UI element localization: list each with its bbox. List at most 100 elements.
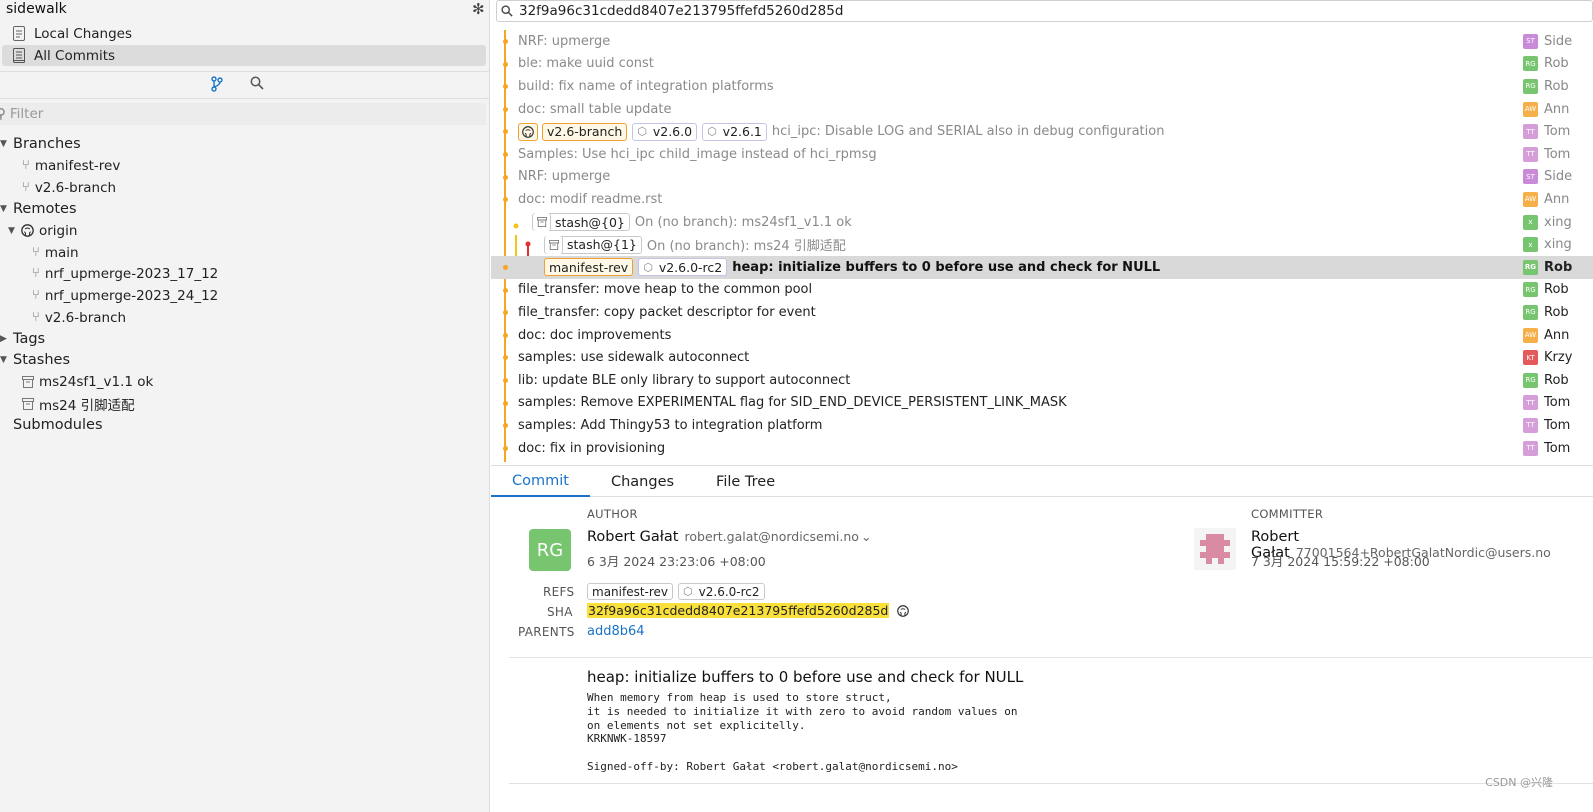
ref-branch[interactable]: manifest-rev xyxy=(587,583,674,600)
tree-remote-origin[interactable]: ▼ origin xyxy=(8,220,77,241)
author-avatar: RG xyxy=(1523,259,1538,275)
tree-submodules-header[interactable]: Submodules xyxy=(13,414,103,435)
sha-value[interactable]: 32f9a96c31cdedd8407e213795ffefd5260d285d xyxy=(587,603,890,618)
branch-icon: ⑂ xyxy=(32,310,40,325)
gear-icon[interactable]: ✻ xyxy=(472,0,485,18)
author-label: AUTHOR xyxy=(587,507,638,521)
commit-row[interactable]: NRF: upmerge ST Side xyxy=(491,30,1593,53)
ref-tag[interactable]: ⬡ v2.6.0-rc2 xyxy=(678,583,765,600)
author-avatar: x xyxy=(1523,237,1538,253)
graph-commit-dot xyxy=(502,287,508,293)
watermark: CSDN @兴隆 xyxy=(1485,776,1553,789)
commit-row[interactable]: stash@{1} On (no branch): ms24 引脚适配 x xing xyxy=(491,233,1593,256)
stash-icon xyxy=(22,397,34,410)
graph-commit-dot xyxy=(502,265,508,270)
commit-subject: NRF: upmerge xyxy=(518,169,611,185)
branch-icon: ⑂ xyxy=(22,158,30,173)
commit-row[interactable]: samples: Remove EXPERIMENTAL flag for SI… xyxy=(491,392,1593,415)
branch-ref[interactable]: manifest-rev xyxy=(544,258,634,277)
author-name: Tom xyxy=(1544,124,1571,140)
commit-row-content: samples: use sidewalk autoconnect xyxy=(491,350,749,365)
author-name: Ann xyxy=(1544,327,1570,343)
divider xyxy=(0,71,490,72)
commit-row[interactable]: ble: make uuid const RG Rob xyxy=(491,53,1593,76)
tag-label: v2.6.1 xyxy=(722,124,762,140)
commit-row[interactable]: doc: modif readme.rst AW Ann xyxy=(491,188,1593,211)
branch-view-icon[interactable] xyxy=(211,76,223,96)
commit-row[interactable]: file_transfer: copy packet descriptor fo… xyxy=(491,301,1593,324)
tree-tags-header[interactable]: ▶ Tags xyxy=(0,328,45,349)
commit-row[interactable]: doc: fix in provisioning TT Tom xyxy=(491,437,1593,460)
commit-row[interactable]: v2.6-branch ⬡ v2.6.0 ⬡ v2.6.1 hci_ipc: Disabl… xyxy=(491,120,1593,143)
graph-commit-dot xyxy=(502,423,508,429)
commit-row-content: doc: doc improvements xyxy=(491,328,671,343)
commit-row[interactable]: samples: Add Thingy53 to integration pla… xyxy=(491,414,1593,437)
author-name: Rob xyxy=(1544,259,1573,275)
commit-row[interactable]: lib: update BLE only library to support … xyxy=(491,369,1593,392)
stash-ref[interactable]: stash@{1} xyxy=(544,235,642,254)
divider xyxy=(509,657,1593,658)
author-name: xing xyxy=(1544,214,1572,230)
branch-ref[interactable]: v2.6-branch xyxy=(542,122,628,141)
tree-remotes-header[interactable]: ▼ Remotes xyxy=(0,198,77,219)
tree-remote-branch[interactable]: ⑂ nrf_upmerge-2023_24_12 xyxy=(32,285,218,306)
tab-commit[interactable]: Commit xyxy=(491,466,590,497)
chevron-down-icon[interactable]: ⌄ xyxy=(861,529,871,544)
commit-row[interactable]: samples: use sidewalk autoconnect KT Krzy xyxy=(491,346,1593,369)
author-avatar: RG xyxy=(1523,372,1538,388)
tree-remote-branch[interactable]: ⑂ main xyxy=(32,242,79,263)
author-avatar: x xyxy=(1523,214,1538,230)
tree-branch[interactable]: ⑂ manifest-rev xyxy=(22,155,120,176)
commit-row-selected[interactable]: manifest-rev ⬡ v2.6.0-rc2 heap: initialize … xyxy=(491,256,1593,279)
tree-remote-branch[interactable]: ⑂ nrf_upmerge-2023_17_12 xyxy=(32,263,218,284)
commit-subject: heap: initialize buffers to 0 before use… xyxy=(732,259,1161,275)
commit-row[interactable]: Samples: Use hci_ipc child_image instead… xyxy=(491,143,1593,166)
commit-subject: doc: doc improvements xyxy=(518,327,672,343)
author-email[interactable]: robert.galat@nordicsemi.no xyxy=(685,529,859,544)
refs-list: manifest-rev ⬡ v2.6.0-rc2 xyxy=(587,583,770,600)
commit-row-content: lib: update BLE only library to support … xyxy=(491,373,850,388)
nav-local-changes[interactable]: Local Changes xyxy=(0,23,486,44)
tag-ref[interactable]: ⬡ v2.6.1 xyxy=(702,122,767,141)
tree-branches-header[interactable]: ▼ Branches xyxy=(0,133,81,154)
commit-search-field[interactable] xyxy=(496,0,1593,22)
tab-changes[interactable]: Changes xyxy=(590,466,695,497)
commit-author: AW Ann xyxy=(1523,101,1569,117)
nav-all-commits[interactable]: All Commits xyxy=(2,45,486,66)
commit-author: TT Tom xyxy=(1523,146,1570,162)
commit-row[interactable]: file_transfer: move heap to the common p… xyxy=(491,279,1593,302)
commit-row[interactable]: build: fix name of integration platforms… xyxy=(491,75,1593,98)
tree-stash[interactable]: ms24 引脚适配 xyxy=(22,393,135,414)
parent-link[interactable]: add8b64 xyxy=(587,624,645,639)
sha-label: SHA xyxy=(547,605,573,619)
commit-row-content: file_transfer: move heap to the common p… xyxy=(491,282,812,297)
graph-commit-dot xyxy=(502,106,508,112)
commit-row[interactable]: NRF: upmerge ST Side xyxy=(491,166,1593,189)
commit-subject: samples: Remove EXPERIMENTAL flag for SI… xyxy=(518,395,1067,411)
commit-row[interactable]: stash@{0} On (no branch): ms24sf1_v1.1 ok… xyxy=(491,211,1593,234)
tag-ref[interactable]: ⬡ v2.6.0 xyxy=(632,122,698,141)
sha-line: 32f9a96c31cdedd8407e213795ffefd5260d285d xyxy=(587,603,909,619)
tree-branch[interactable]: ⑂ v2.6-branch xyxy=(22,177,116,198)
author-name: Rob xyxy=(1544,372,1569,388)
branch-icon: ⑂ xyxy=(32,288,40,303)
tree-stashes-header[interactable]: ▼ Stashes xyxy=(0,349,70,370)
commit-row[interactable]: doc: small table update AW Ann xyxy=(491,98,1593,121)
tag-ref[interactable]: ⬡ v2.6.0-rc2 xyxy=(638,258,728,277)
author-avatar: RG xyxy=(1523,304,1538,320)
commit-subject: On (no branch): ms24sf1_v1.1 ok xyxy=(634,214,852,230)
commits-list-icon xyxy=(13,48,25,63)
section-label: Branches xyxy=(13,135,81,152)
search-icon[interactable] xyxy=(250,76,264,94)
branch-label: v2.6-branch xyxy=(44,309,127,326)
tree-remote-branch[interactable]: ⑂ v2.6-branch xyxy=(32,307,126,328)
commit-row[interactable]: doc: doc improvements AW Ann xyxy=(491,324,1593,347)
stash-ref[interactable]: stash@{0} xyxy=(532,213,630,232)
github-icon[interactable] xyxy=(896,605,909,617)
tab-file-tree[interactable]: File Tree xyxy=(695,466,796,497)
tag-icon: ⬡ xyxy=(707,125,717,139)
tree-stash[interactable]: ms24sf1_v1.1 ok xyxy=(22,371,153,392)
commit-search-input[interactable] xyxy=(519,3,1419,19)
filter-input[interactable]: ⚲ Filter xyxy=(0,103,486,125)
branch-label: v2.6-branch xyxy=(34,179,117,196)
